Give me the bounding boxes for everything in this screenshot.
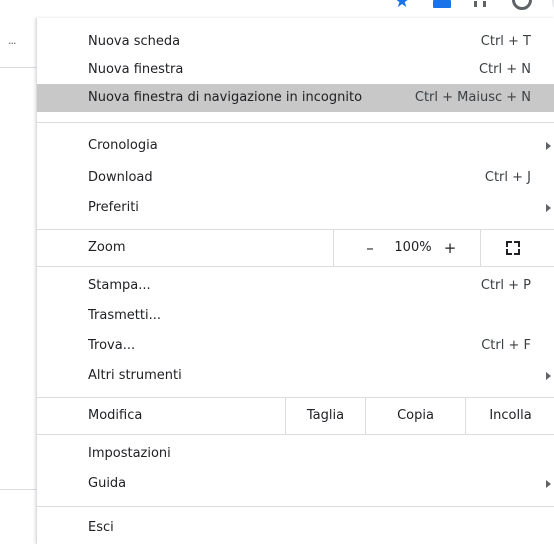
menu-item-history[interactable]: Cronologia xyxy=(37,132,554,160)
divider xyxy=(0,489,36,490)
menu-item-new-window[interactable]: Nuova finestra Ctrl + N xyxy=(37,56,554,84)
star-icon[interactable]: ★ xyxy=(394,0,410,12)
divider xyxy=(480,230,481,266)
menu-item-label: Trova... xyxy=(88,338,136,353)
shortcut-label: Ctrl + Maiusc + N xyxy=(414,90,531,105)
menu-item-incognito[interactable]: Nuova finestra di navigazione in incogni… xyxy=(37,84,554,112)
edit-label: Modifica xyxy=(88,408,143,423)
menu-item-print[interactable]: Stampa... Ctrl + P xyxy=(37,272,554,300)
zoom-in-button[interactable]: + xyxy=(438,230,462,266)
menu-item-exit[interactable]: Esci xyxy=(37,514,554,542)
copy-button[interactable]: Copia xyxy=(365,398,465,434)
browser-toolbar: ★ xyxy=(36,0,554,18)
zoom-level: 100% xyxy=(394,240,432,255)
menu-item-label: Stampa... xyxy=(88,278,151,293)
menu-item-label: Altri strumenti xyxy=(88,368,182,383)
shortcut-label: Ctrl + P xyxy=(480,278,531,293)
browser-menu: Nuova scheda Ctrl + T Nuova finestra Ctr… xyxy=(36,18,554,544)
menu-item-label: Esci xyxy=(88,520,114,535)
chevron-right-icon xyxy=(546,142,551,150)
menu-item-label: Trasmetti... xyxy=(88,308,161,323)
menu-item-downloads[interactable]: Download Ctrl + J xyxy=(37,164,554,192)
menu-item-label: Download xyxy=(88,170,153,185)
chevron-right-icon xyxy=(546,204,551,212)
shortcut-label: Ctrl + F xyxy=(481,338,531,353)
overflow-ellipsis[interactable]: ... xyxy=(8,34,16,47)
menu-separator xyxy=(37,434,554,435)
menu-item-new-tab[interactable]: Nuova scheda Ctrl + T xyxy=(37,28,554,56)
chevron-right-icon xyxy=(546,372,551,380)
puzzle-icon[interactable] xyxy=(474,1,486,7)
extension-icon[interactable] xyxy=(433,0,451,8)
chevron-right-icon xyxy=(546,480,551,488)
shortcut-label: Ctrl + N xyxy=(478,62,531,77)
menu-separator xyxy=(37,122,554,123)
menu-separator xyxy=(37,266,554,267)
menu-item-more-tools[interactable]: Altri strumenti xyxy=(37,362,554,390)
menu-item-find[interactable]: Trova... Ctrl + F xyxy=(37,332,554,360)
profile-icon[interactable] xyxy=(512,0,532,10)
menu-separator xyxy=(37,506,554,507)
zoom-controls: – 100% + xyxy=(333,230,554,266)
fullscreen-icon[interactable] xyxy=(506,241,520,255)
menu-item-label: Cronologia xyxy=(88,138,158,153)
menu-item-cast[interactable]: Trasmetti... xyxy=(37,302,554,330)
menu-item-label: Nuova scheda xyxy=(88,34,181,49)
menu-item-bookmarks[interactable]: Preferiti xyxy=(37,194,554,222)
menu-item-label: Preferiti xyxy=(88,200,139,215)
cut-button[interactable]: Taglia xyxy=(285,398,365,434)
menu-item-label: Guida xyxy=(88,476,127,491)
menu-item-label: Impostazioni xyxy=(88,446,171,461)
menu-item-settings[interactable]: Impostazioni xyxy=(37,440,554,468)
divider xyxy=(0,67,36,68)
menu-item-label: Nuova finestra xyxy=(88,62,184,77)
paste-button[interactable]: Incolla xyxy=(465,398,554,434)
zoom-label: Zoom xyxy=(88,240,126,255)
page-background: ... xyxy=(0,0,36,544)
shortcut-label: Ctrl + T xyxy=(480,34,531,49)
menu-item-help[interactable]: Guida xyxy=(37,470,554,498)
zoom-out-button[interactable]: – xyxy=(358,230,382,266)
shortcut-label: Ctrl + J xyxy=(484,170,531,185)
zoom-row: Zoom – 100% + xyxy=(37,230,554,266)
menu-item-label: Nuova finestra di navigazione in incogni… xyxy=(88,90,363,105)
edit-row: Modifica Taglia Copia Incolla xyxy=(37,398,554,434)
